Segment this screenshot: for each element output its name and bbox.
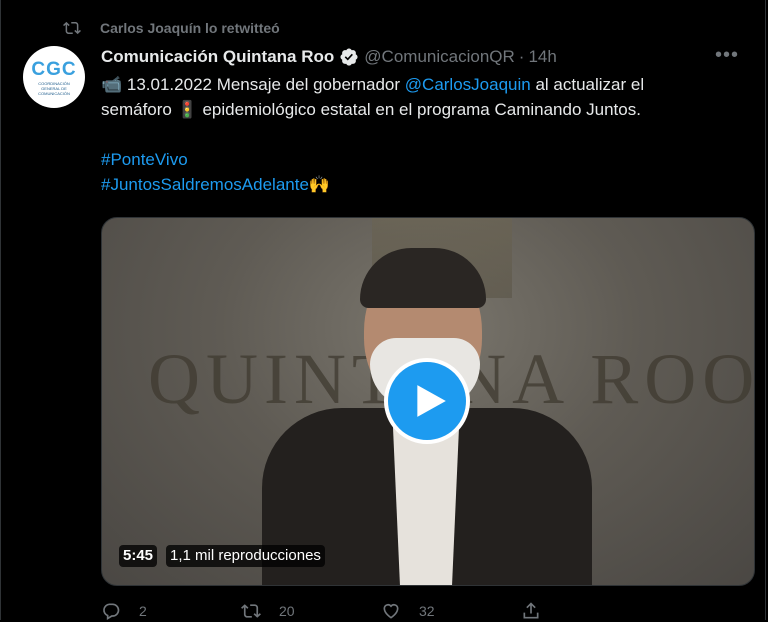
tweet-time[interactable]: 14h (528, 47, 556, 67)
heart-icon (383, 603, 399, 619)
like-count: 32 (419, 603, 435, 619)
video-player[interactable]: QUINTANA ROO 5:45 1,1 mil reproducciones (101, 217, 755, 586)
retweet-label: Carlos Joaquín lo retwitteó (100, 20, 280, 36)
avatar-logo-subtext: COORDINACIÓN GENERAL DE COMUNICACIÓN (38, 81, 70, 96)
retweet-icon (63, 21, 81, 35)
like-button[interactable]: 32 (381, 600, 521, 622)
tweet-actions: 2 20 32 (101, 600, 661, 622)
avatar-logo-text: CGC (31, 59, 77, 80)
tweet-header: Comunicación Quintana Roo @ComunicacionQ… (101, 44, 753, 68)
retweet-count: 20 (279, 603, 295, 619)
reply-icon (103, 603, 120, 620)
author-name[interactable]: Comunicación Quintana Roo (101, 47, 334, 67)
tweet[interactable]: Carlos Joaquín lo retwitteó CGC COORDINA… (0, 0, 766, 620)
author-handle[interactable]: @ComunicacionQR (364, 47, 514, 67)
more-options-icon[interactable]: ••• (715, 44, 739, 67)
reply-count: 2 (139, 603, 147, 619)
verified-badge-icon (340, 48, 358, 66)
separator-dot: · (518, 47, 525, 66)
raising-hands-emoji: 🙌 (308, 175, 331, 194)
retweet-icon (241, 604, 261, 618)
tweet-text-part: al actualizar el (530, 75, 645, 94)
tweet-text-part: 📹 13.01.2022 Mensaje del gobernador (101, 75, 405, 94)
share-icon (523, 602, 539, 619)
hashtag-link[interactable]: #PonteVivo (101, 150, 188, 169)
share-button[interactable] (521, 600, 661, 622)
tweet-text: 📹 13.01.2022 Mensaje del gobernador @Car… (101, 72, 741, 197)
avatar[interactable]: CGC COORDINACIÓN GENERAL DE COMUNICACIÓN (23, 46, 85, 108)
reply-button[interactable]: 2 (101, 600, 241, 622)
retweet-context[interactable]: Carlos Joaquín lo retwitteó (63, 18, 280, 38)
video-duration: 5:45 (119, 545, 158, 567)
mention-link[interactable]: @CarlosJoaquin (405, 75, 531, 94)
play-button[interactable] (384, 358, 470, 444)
retweet-button[interactable]: 20 (241, 600, 381, 622)
video-view-count: 1,1 mil reproducciones (166, 545, 325, 567)
tweet-text-line: semáforo 🚦 epidemiológico estatal en el … (101, 100, 641, 119)
play-icon (417, 385, 446, 417)
hashtag-link[interactable]: #JuntosSaldremosAdelante (101, 175, 309, 194)
